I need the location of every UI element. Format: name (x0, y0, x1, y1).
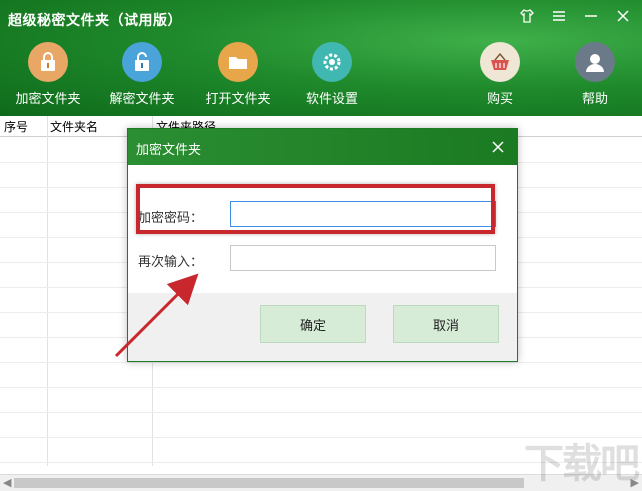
annotation-arrow (114, 273, 199, 358)
watermark-logo: 下载吧 (524, 441, 640, 487)
app-window: 超级秘密文件夹（试用版） 加密文件夹 解密文件夹 打开文件夹 软件设置 购买 帮… (0, 0, 642, 491)
